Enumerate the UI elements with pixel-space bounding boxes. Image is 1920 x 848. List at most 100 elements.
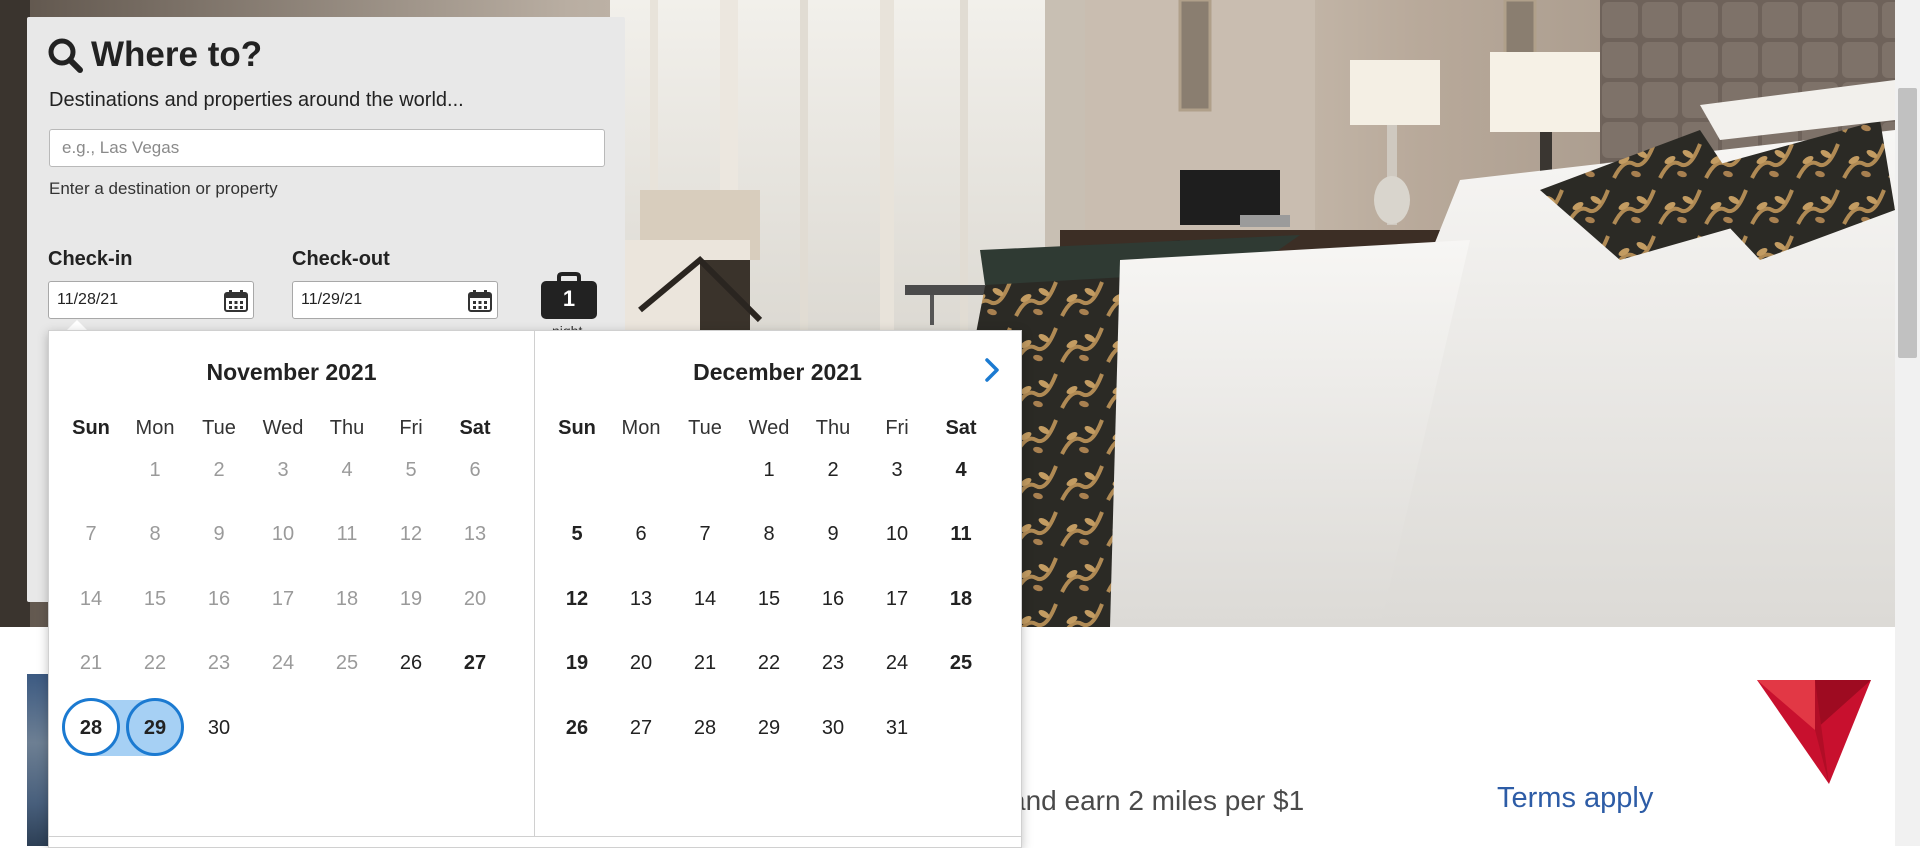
calendar-day[interactable]: 16 xyxy=(801,584,865,614)
search-subtitle: Destinations and properties around the w… xyxy=(49,89,464,111)
calendar-day: 13 xyxy=(463,523,487,545)
calendar-day[interactable]: 22 xyxy=(737,648,801,678)
calendar-day: 11 xyxy=(336,523,358,545)
checkout-label: Check-out xyxy=(292,248,390,270)
calendar-day[interactable]: 28 xyxy=(673,713,737,743)
nights-badge: 1 xyxy=(541,272,597,319)
calendar-day[interactable]: 3 xyxy=(865,455,929,485)
weekday-header: Mon xyxy=(621,417,661,439)
calendar-day[interactable]: 14 xyxy=(673,584,737,614)
delta-logo-icon xyxy=(1757,680,1871,784)
weekday-header: Fri xyxy=(885,417,909,439)
calendar-day[interactable]: 20 xyxy=(609,648,673,678)
calendar-day[interactable]: 5 xyxy=(545,519,609,549)
nights-count: 1 xyxy=(562,286,576,311)
checkin-label: Check-in xyxy=(48,248,133,270)
calendar-day: 23 xyxy=(207,652,231,674)
calendar-day: 7 xyxy=(85,523,97,545)
weekday-header: Thu xyxy=(329,417,365,439)
weekday-header: Sun xyxy=(72,417,110,439)
calendar-day: 25 xyxy=(335,652,359,674)
calendar-day[interactable]: 29 xyxy=(123,713,187,743)
calendar-day[interactable]: 4 xyxy=(929,455,993,485)
datepicker-popup: November 2021 Sun Mon Tue Wed Thu Fri Sat 1 2 3 4 5… xyxy=(48,330,1022,848)
checkin-value: 11/28/21 xyxy=(57,291,119,308)
weekday-header: Wed xyxy=(748,417,790,439)
weekday-header: Mon xyxy=(135,417,175,439)
calendar-day[interactable]: 7 xyxy=(673,519,737,549)
chevron-right-icon[interactable] xyxy=(977,355,1007,385)
calendar-day[interactable]: 31 xyxy=(865,713,929,743)
weekday-header: Thu xyxy=(815,417,851,439)
calendar-day: 6 xyxy=(469,459,481,481)
month-title: November 2021 xyxy=(206,359,377,385)
month-december: December 2021 Sun Mon Tue Wed Thu Fri Sat 1 2 3 4 5… xyxy=(535,331,1020,836)
calendar-day[interactable]: 24 xyxy=(865,648,929,678)
month-november: November 2021 Sun Mon Tue Wed Thu Fri Sat 1 2 3 4 5… xyxy=(49,331,534,836)
calendar-day[interactable]: 10 xyxy=(865,519,929,549)
calendar-day: 20 xyxy=(463,588,487,610)
calendar-day: 9 xyxy=(213,523,225,545)
calendar-day[interactable]: 9 xyxy=(801,519,865,549)
destination-input[interactable] xyxy=(49,129,605,167)
terms-link[interactable]: Terms apply xyxy=(1497,782,1653,815)
weekday-header: Wed xyxy=(262,417,304,439)
calendar-day[interactable]: 19 xyxy=(545,648,609,678)
calendar-day[interactable]: 8 xyxy=(737,519,801,549)
calendar-day: 12 xyxy=(399,523,423,545)
calendar-day: 10 xyxy=(271,523,295,545)
calendar-icon[interactable] xyxy=(467,289,493,313)
calendar-day[interactable]: 17 xyxy=(865,584,929,614)
calendar-day[interactable]: 28 xyxy=(59,713,123,743)
datepicker-footer-divider xyxy=(49,836,1021,837)
checkin-field[interactable]: 11/28/21 xyxy=(48,281,254,319)
calendar-day[interactable]: 23 xyxy=(801,648,865,678)
calendar-day: 4 xyxy=(341,459,353,481)
calendar-day[interactable]: 29 xyxy=(737,713,801,743)
checkout-value: 11/29/21 xyxy=(301,291,363,308)
calendar-day: 21 xyxy=(79,652,103,674)
calendar-icon[interactable] xyxy=(223,289,249,313)
calendar-day: 2 xyxy=(213,459,225,481)
calendar-day: 8 xyxy=(149,523,161,545)
calendar-day: 14 xyxy=(79,588,103,610)
weekday-header: Tue xyxy=(202,417,236,439)
calendar-day[interactable]: 26 xyxy=(379,648,443,678)
calendar-day[interactable]: 2 xyxy=(801,455,865,485)
calendar-day[interactable]: 26 xyxy=(545,713,609,743)
calendar-day[interactable]: 30 xyxy=(187,713,251,743)
calendar-day: 19 xyxy=(399,588,423,610)
calendar-day[interactable]: 27 xyxy=(609,713,673,743)
calendar-day[interactable]: 11 xyxy=(929,519,993,549)
calendar-day: 18 xyxy=(335,588,359,610)
calendar-day[interactable]: 12 xyxy=(545,584,609,614)
calendar-day: 17 xyxy=(271,588,295,610)
weekday-header: Fri xyxy=(399,417,423,439)
calendar-day[interactable]: 30 xyxy=(801,713,865,743)
scrollbar-thumb[interactable] xyxy=(1898,88,1917,358)
search-title: Where to? xyxy=(47,35,262,75)
calendar-day[interactable]: 13 xyxy=(609,584,673,614)
weekday-header: Tue xyxy=(688,417,722,439)
calendar-day[interactable]: 1 xyxy=(737,455,801,485)
weekday-header: Sat xyxy=(945,417,977,439)
month-title: December 2021 xyxy=(693,359,862,385)
calendar-day: 16 xyxy=(207,588,231,610)
calendar-day: 1 xyxy=(149,459,161,481)
calendar-day: 3 xyxy=(277,459,289,481)
search-title-text: Where to? xyxy=(91,35,263,74)
calendar-day[interactable]: 18 xyxy=(929,584,993,614)
checkout-field[interactable]: 11/29/21 xyxy=(292,281,498,319)
calendar-day: 15 xyxy=(143,588,167,610)
promo-earn-text: and earn 2 miles per $1 xyxy=(1010,785,1305,816)
calendar-day[interactable]: 21 xyxy=(673,648,737,678)
calendar-day: 22 xyxy=(143,652,167,674)
search-icon xyxy=(48,38,83,73)
weekday-header: Sat xyxy=(459,417,491,439)
calendar-day[interactable]: 27 xyxy=(443,648,507,678)
calendar-day: 5 xyxy=(405,459,417,481)
calendar-day[interactable]: 6 xyxy=(609,519,673,549)
calendar-day[interactable]: 25 xyxy=(929,648,993,678)
page-scrollbar[interactable] xyxy=(1895,0,1920,846)
calendar-day[interactable]: 15 xyxy=(737,584,801,614)
